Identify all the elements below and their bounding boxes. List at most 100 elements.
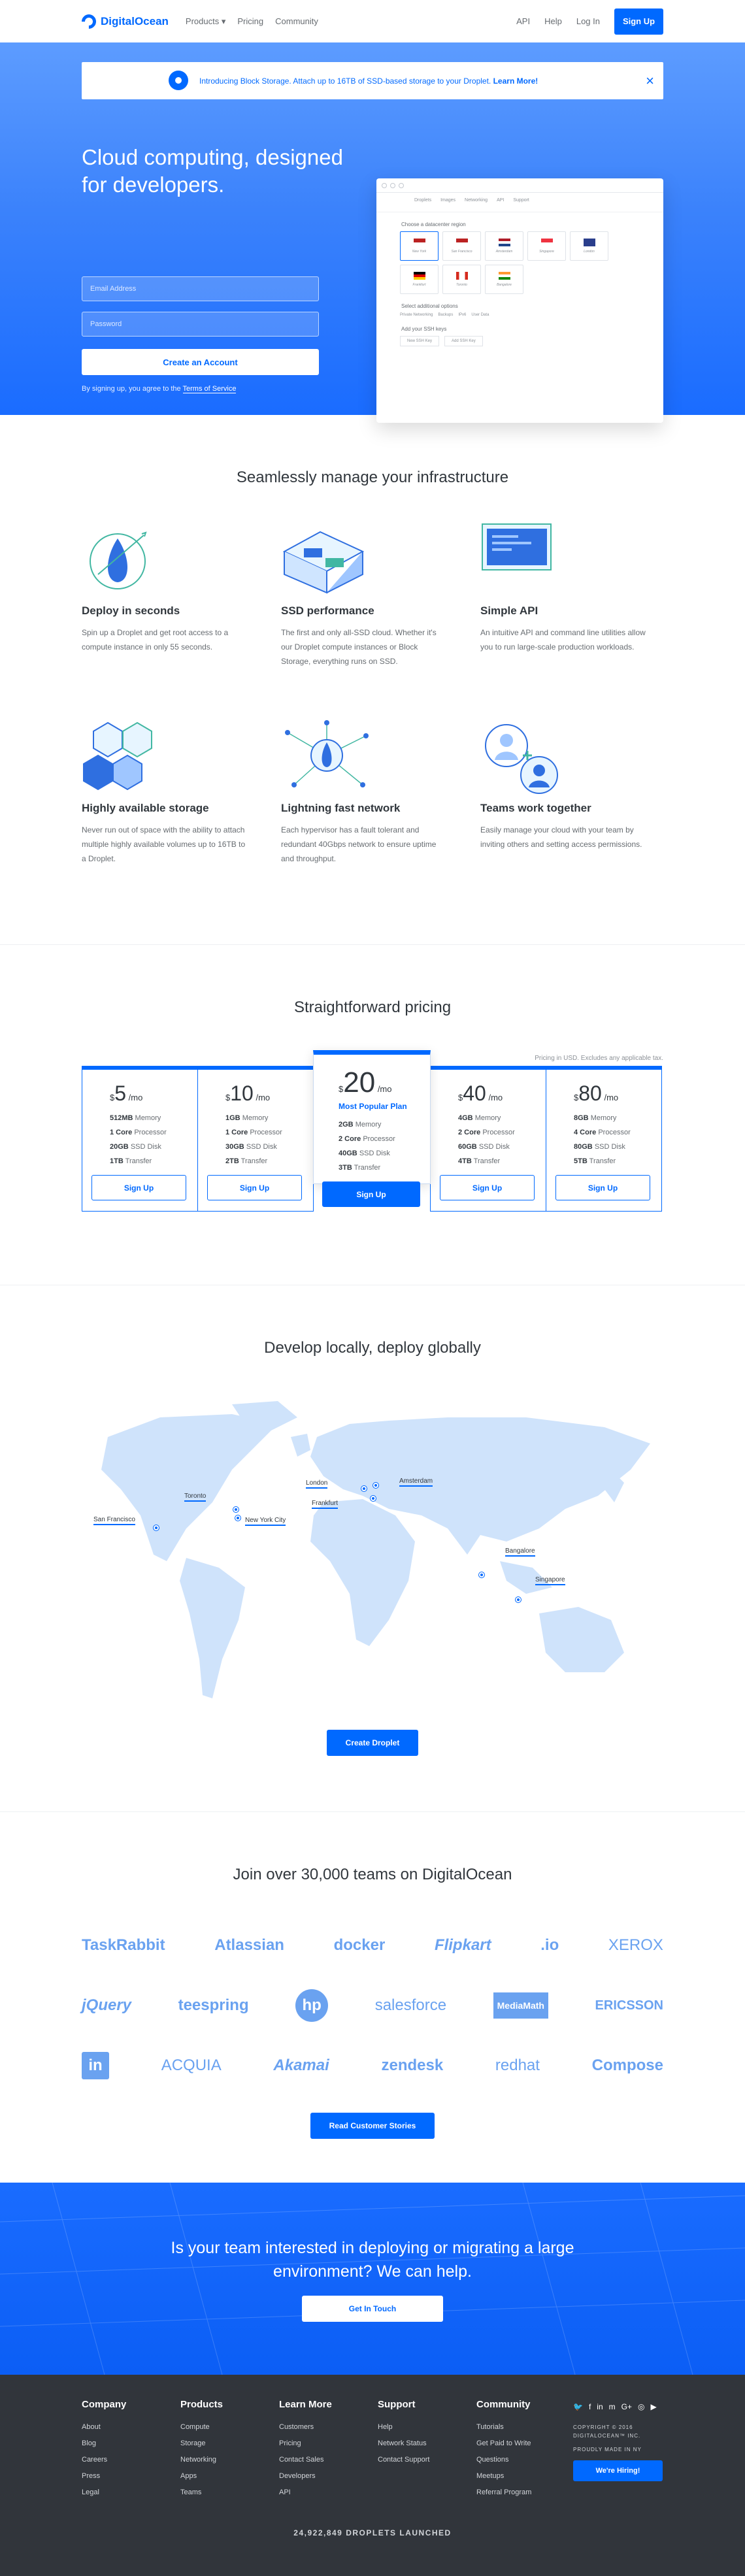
meetup-icon[interactable]: m bbox=[609, 2402, 616, 2411]
footer-link[interactable]: Teams bbox=[180, 2485, 279, 2501]
digitalocean-logo-icon bbox=[78, 10, 99, 32]
network-icon bbox=[281, 719, 369, 791]
io-logo: .io bbox=[540, 1936, 559, 1954]
datacenter-map-section: Develop locally, deploy globally San Fra… bbox=[0, 1285, 745, 1811]
instagram-icon[interactable]: ◎ bbox=[638, 2402, 644, 2411]
droplets-launched: 24,922,849 DROPLETS LAUNCHED bbox=[293, 2528, 452, 2537]
footer-link[interactable]: Press bbox=[82, 2468, 180, 2485]
nav-help[interactable]: Help bbox=[544, 16, 562, 26]
footer-link[interactable]: Network Status bbox=[378, 2436, 476, 2452]
footer-link[interactable]: Contact Sales bbox=[279, 2452, 378, 2468]
feature-title: Teams work together bbox=[480, 802, 591, 814]
footer-column: Learn More Customers Pricing Contact Sal… bbox=[279, 2399, 378, 2501]
plan-specs: 512MB Memory 1 Core Processor 20GB SSD D… bbox=[110, 1114, 167, 1165]
nav-api[interactable]: API bbox=[516, 16, 530, 26]
plan-signup-button[interactable]: Sign Up bbox=[322, 1181, 420, 1207]
features-title: Seamlessly manage your infrastructure bbox=[236, 469, 509, 486]
feature-text: An intuitive API and command line utilit… bbox=[480, 628, 646, 652]
twitter-icon[interactable]: 🐦 bbox=[573, 2402, 583, 2411]
footer-link[interactable]: Careers bbox=[82, 2452, 180, 2468]
footer-link[interactable]: Apps bbox=[180, 2468, 279, 2485]
feature-title: Highly available storage bbox=[82, 802, 209, 814]
footer-link[interactable]: Help bbox=[378, 2419, 476, 2436]
footer-link[interactable]: Get Paid to Write bbox=[476, 2436, 575, 2452]
nav-login[interactable]: Log In bbox=[576, 16, 600, 26]
compose-logo: Compose bbox=[591, 2056, 663, 2074]
region-card: Frankfurt bbox=[400, 265, 439, 294]
features-section: Seamlessly manage your infrastructure De… bbox=[0, 415, 745, 944]
footer-heading: Company bbox=[82, 2399, 127, 2410]
team-icon bbox=[480, 719, 565, 794]
region-card: Singapore bbox=[527, 231, 566, 261]
learn-more-link[interactable]: Learn More! bbox=[493, 76, 538, 86]
plan-price: $10 /mo bbox=[225, 1082, 271, 1105]
footer-link[interactable]: Legal bbox=[82, 2485, 180, 2501]
facebook-icon[interactable]: f bbox=[589, 2402, 591, 2411]
zendesk-logo: zendesk bbox=[381, 2056, 444, 2074]
nav-pricing[interactable]: Pricing bbox=[237, 16, 263, 27]
plan-specs: 4GB Memory 2 Core Processor 60GB SSD Dis… bbox=[458, 1114, 515, 1165]
create-account-button[interactable]: Create an Account bbox=[82, 349, 319, 375]
plan-specs: 8GB Memory 4 Core Processor 80GB SSD Dis… bbox=[574, 1114, 631, 1165]
footer-link[interactable]: Networking bbox=[180, 2452, 279, 2468]
footer-link[interactable]: Pricing bbox=[279, 2436, 378, 2452]
footer-link[interactable]: Compute bbox=[180, 2419, 279, 2436]
linkedin-icon[interactable]: in bbox=[597, 2402, 603, 2411]
chevron-down-icon: ▾ bbox=[221, 16, 226, 26]
terms-link[interactable]: Terms of Service bbox=[182, 385, 237, 393]
plan-signup-button[interactable]: Sign Up bbox=[555, 1175, 650, 1200]
footer-link[interactable]: Customers bbox=[279, 2419, 378, 2436]
preview-tab: Networking bbox=[465, 198, 488, 203]
jquery-logo: jQuery bbox=[82, 1996, 132, 2014]
footer-link[interactable]: Storage bbox=[180, 2436, 279, 2452]
xerox-logo: XEROX bbox=[608, 1936, 663, 1954]
feature-title: Lightning fast network bbox=[281, 802, 401, 814]
footer-link[interactable]: Meetups bbox=[476, 2468, 575, 2485]
get-in-touch-button[interactable]: Get In Touch bbox=[302, 2296, 443, 2322]
footer-column: Community Tutorials Get Paid to Write Qu… bbox=[476, 2399, 575, 2501]
footer-link[interactable]: Developers bbox=[279, 2468, 378, 2485]
signup-button[interactable]: Sign Up bbox=[614, 8, 663, 35]
footer-link[interactable]: About bbox=[82, 2419, 180, 2436]
password-field[interactable]: Password bbox=[82, 312, 319, 337]
region-card: San Francisco bbox=[442, 231, 481, 261]
nav-products[interactable]: Products ▾ bbox=[186, 16, 225, 27]
world-map-graphic bbox=[101, 1401, 650, 1698]
window-controls bbox=[376, 178, 663, 193]
region-card: London bbox=[570, 231, 608, 261]
preview-tab: Support bbox=[513, 198, 529, 203]
email-field[interactable]: Email Address bbox=[82, 276, 319, 301]
plan-signup-button[interactable]: Sign Up bbox=[91, 1175, 186, 1200]
feature-text: Never run out of space with the ability … bbox=[82, 825, 246, 863]
ericsson-logo: ERICSSON bbox=[595, 1998, 663, 2013]
social-links: 🐦 f in m G+ ◎ ▶ bbox=[573, 2402, 665, 2411]
plan-signup-button[interactable]: Sign Up bbox=[440, 1175, 535, 1200]
hiring-button[interactable]: We're Hiring! bbox=[573, 2460, 663, 2481]
customers-section: Join over 30,000 teams on DigitalOcean T… bbox=[0, 1812, 745, 2183]
brand-logo[interactable]: DigitalOcean bbox=[78, 10, 169, 32]
footer-heading: Learn More bbox=[279, 2399, 332, 2410]
plan-signup-button[interactable]: Sign Up bbox=[207, 1175, 302, 1200]
footer-link[interactable]: Tutorials bbox=[476, 2419, 575, 2436]
footer-column: Company About Blog Careers Press Legal bbox=[82, 2399, 180, 2501]
close-icon[interactable]: × bbox=[646, 73, 654, 90]
mediamath-logo: MediaMath bbox=[493, 1992, 548, 2019]
pricing-section: Straightforward pricing Pricing in USD. … bbox=[0, 945, 745, 1285]
google-plus-icon[interactable]: G+ bbox=[621, 2402, 632, 2411]
footer-link[interactable]: Contact Support bbox=[378, 2452, 476, 2468]
footer-right: 🐦 f in m G+ ◎ ▶ COPYRIGHT © 2016 DIGITAL… bbox=[573, 2402, 665, 2481]
popular-badge: Most Popular Plan bbox=[339, 1102, 407, 1111]
customer-stories-button[interactable]: Read Customer Stories bbox=[310, 2113, 435, 2139]
create-droplet-button[interactable]: Create Droplet bbox=[327, 1730, 418, 1756]
footer-link[interactable]: Questions bbox=[476, 2452, 575, 2468]
plan-card: $5 /mo 512MB Memory 1 Core Processor 20G… bbox=[82, 1066, 198, 1212]
youtube-icon[interactable]: ▶ bbox=[650, 2402, 656, 2411]
customers-title: Join over 30,000 teams on DigitalOcean bbox=[233, 1866, 512, 1883]
footer-link[interactable]: Referral Program bbox=[476, 2485, 575, 2501]
region-card: Amsterdam bbox=[485, 231, 523, 261]
footer-link[interactable]: Blog bbox=[82, 2436, 180, 2452]
footer-link[interactable]: API bbox=[279, 2485, 378, 2501]
plan-specs: 1GB Memory 1 Core Processor 30GB SSD Dis… bbox=[225, 1114, 282, 1165]
nav-community[interactable]: Community bbox=[275, 16, 318, 27]
copyright: COPYRIGHT © 2016 DIGITALOCEAN™ INC. bbox=[573, 2424, 641, 2439]
